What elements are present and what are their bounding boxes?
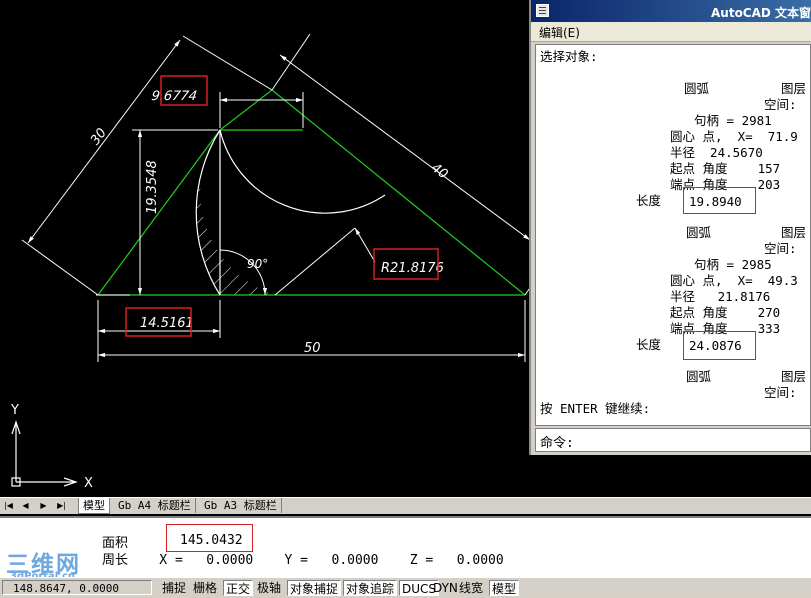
history-line: 圆弧 bbox=[684, 81, 710, 96]
dim-height: 19.3548 bbox=[145, 160, 160, 214]
toggle-grid[interactable]: 栅格 bbox=[191, 580, 219, 596]
toggle-osnap[interactable]: 对象捕捉 bbox=[287, 580, 342, 596]
menu-edit[interactable]: 编辑(E) bbox=[539, 24, 580, 41]
history-line: 图层 bbox=[781, 81, 807, 96]
tab-prev-button[interactable]: ◀ bbox=[20, 500, 31, 511]
tab-first-button[interactable]: |◀ bbox=[3, 500, 14, 511]
dim-angle: 90° bbox=[247, 257, 268, 271]
history-line: 圆心 点, X= 49.3 bbox=[670, 273, 798, 288]
ucs-y-label: Y bbox=[10, 403, 19, 418]
dim-top-width: 9.6774 bbox=[150, 89, 198, 104]
history-line: 句柄 = 2981 bbox=[694, 113, 772, 128]
history-line: 按 ENTER 键继续: bbox=[540, 401, 651, 416]
highlight-boxes bbox=[125, 75, 439, 337]
toggle-polar[interactable]: 极轴 bbox=[255, 580, 283, 596]
ucs-icon bbox=[11, 420, 78, 487]
highlight-area bbox=[166, 524, 253, 552]
toggle-dyn[interactable]: DYN bbox=[431, 580, 460, 596]
history-line: 图层 bbox=[781, 225, 807, 240]
command-line[interactable]: 面积 145.0432 周长 X = 0.0000 Y = 0.0000 Z =… bbox=[0, 516, 811, 578]
history-line: 长度 bbox=[636, 337, 662, 352]
history-line: 半径 21.8176 bbox=[670, 289, 771, 304]
history-line: 起点 角度 270 bbox=[670, 305, 781, 320]
toggle-lineweight[interactable]: 线宽 bbox=[457, 580, 485, 596]
highlight-length-1 bbox=[683, 187, 756, 214]
history-line: 半径 24.5670 bbox=[670, 145, 763, 160]
coordinate-readout[interactable]: 148.8647, 0.0000 bbox=[2, 580, 152, 595]
tab-next-button[interactable]: ▶ bbox=[38, 500, 49, 511]
toggle-model[interactable]: 模型 bbox=[489, 580, 520, 596]
history-line: 圆弧 bbox=[686, 225, 712, 240]
layout-tabs: |◀ ◀ ▶ ▶| 模型 Gb A4 标题栏 Gb A3 标题栏 bbox=[0, 497, 811, 514]
history-line: 圆弧 bbox=[686, 369, 712, 384]
dim-radius: R21.8176 bbox=[381, 261, 444, 276]
text-window-titlebar[interactable]: AutoCAD 文本窗口 bbox=[531, 0, 811, 22]
dim-base: 50 bbox=[304, 341, 321, 356]
dim-bottom-left: 14.5161 bbox=[140, 316, 194, 331]
history-line: 图层 bbox=[781, 369, 807, 384]
window-menu-icon[interactable] bbox=[536, 4, 549, 17]
history-line: 长度 bbox=[636, 193, 662, 208]
toggle-ortho[interactable]: 正交 bbox=[223, 580, 254, 596]
history-line: 空间: bbox=[764, 241, 797, 256]
perimeter-line: 周长 X = 0.0000 Y = 0.0000 Z = 0.0000 bbox=[102, 553, 504, 568]
history-line: 选择对象: bbox=[540, 49, 598, 64]
tab-last-button[interactable]: ▶| bbox=[56, 500, 67, 511]
ucs-x-label: X bbox=[84, 476, 93, 491]
history-line: 圆心 点, X= 71.9 bbox=[670, 129, 798, 144]
text-window-menubar: 编辑(E) bbox=[531, 22, 811, 42]
highlight-length-2 bbox=[683, 331, 756, 360]
text-window-title: AutoCAD 文本窗口 bbox=[711, 6, 811, 20]
tab-model[interactable]: 模型 bbox=[78, 498, 110, 514]
command-prompt: 命令: bbox=[540, 436, 574, 451]
history-line: 空间: bbox=[764, 97, 797, 112]
dim-left-side: 30 bbox=[88, 126, 110, 148]
history-line: 句柄 = 2985 bbox=[694, 257, 772, 272]
status-bar: 148.8647, 0.0000 捕捉 栅格 正交 极轴 对象捕捉 对象追踪 D… bbox=[0, 577, 811, 598]
text-window-history: 选择对象: 圆弧 图层 空间: 句柄 = 2981 圆心 点, X= 71.9 … bbox=[535, 44, 811, 426]
toggle-otrack[interactable]: 对象追踪 bbox=[343, 580, 398, 596]
text-window[interactable]: AutoCAD 文本窗口 编辑(E) 选择对象: 圆弧 图层 空间: 句柄 = … bbox=[529, 0, 811, 455]
tab-gb-a4[interactable]: Gb A4 标题栏 bbox=[114, 498, 196, 513]
tab-gb-a3[interactable]: Gb A3 标题栏 bbox=[200, 498, 282, 513]
history-line: 空间: bbox=[764, 385, 797, 400]
dimension-lines bbox=[21, 33, 561, 362]
text-window-command-input[interactable]: 命令: bbox=[535, 428, 811, 452]
history-line: 起点 角度 157 bbox=[670, 161, 781, 176]
toggle-snap[interactable]: 捕捉 bbox=[160, 580, 188, 596]
